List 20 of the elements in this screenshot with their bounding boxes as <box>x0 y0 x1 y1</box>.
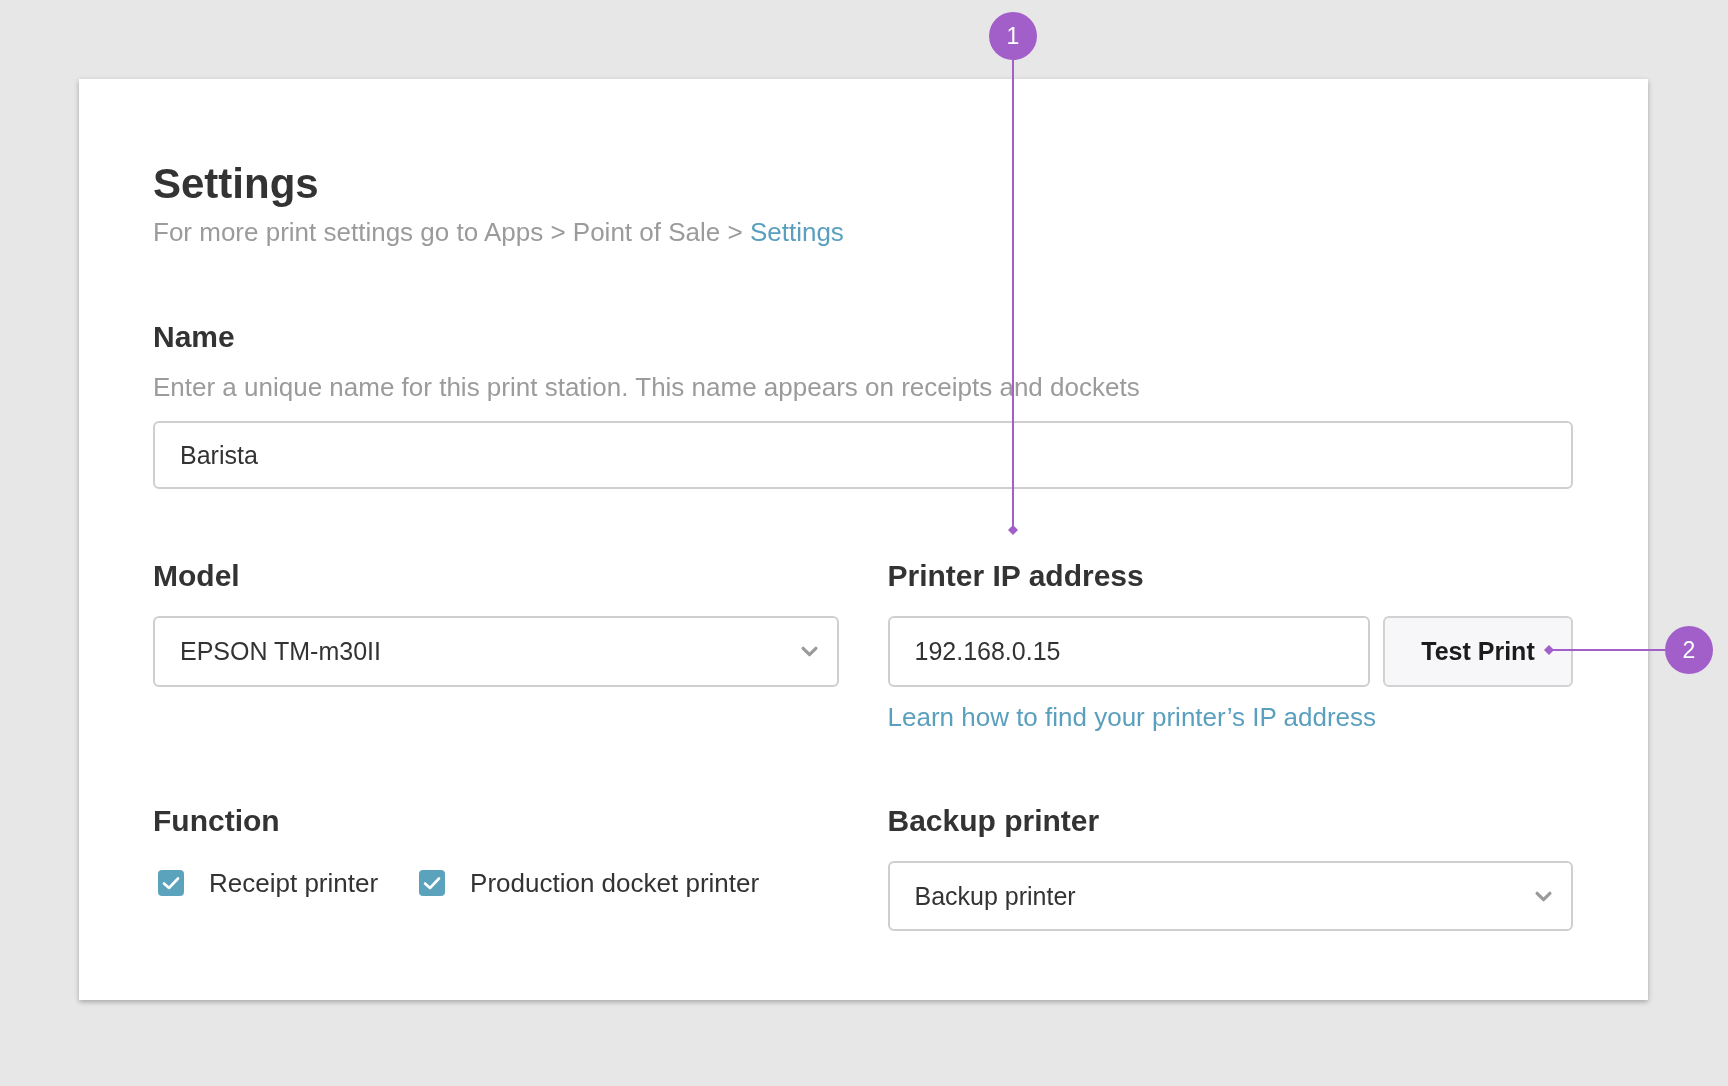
field-label: Name <box>153 319 236 355</box>
field-label: Printer IP address <box>887 558 1144 594</box>
annotation-marker: 2 <box>1665 626 1713 674</box>
checkbox[interactable] <box>158 870 184 896</box>
name-input[interactable]: Barista <box>153 421 1573 489</box>
field-label: Model <box>153 558 240 594</box>
checkbox-label[interactable]: Production docket printer <box>470 868 760 898</box>
field-label: Backup printer <box>887 803 1100 839</box>
chevron-down-icon <box>1535 890 1552 902</box>
model-select[interactable]: EPSON TM-m30II <box>153 616 839 687</box>
chevron-down-icon <box>800 646 818 657</box>
page-title: Settings <box>153 159 320 209</box>
ip-address-input[interactable]: 192.168.0.15 <box>887 616 1370 687</box>
annotation-marker: 1 <box>989 12 1037 60</box>
field-label: Function <box>153 803 280 839</box>
checkbox[interactable] <box>419 870 446 896</box>
backup-printer-select[interactable]: Backup printer <box>887 861 1573 931</box>
checkbox-label[interactable]: Receipt printer <box>209 868 379 898</box>
test-print-button[interactable]: Test Print <box>1383 616 1573 687</box>
settings-hint: For more print settings go to Apps > Point of Sale > Settings <box>153 217 845 247</box>
